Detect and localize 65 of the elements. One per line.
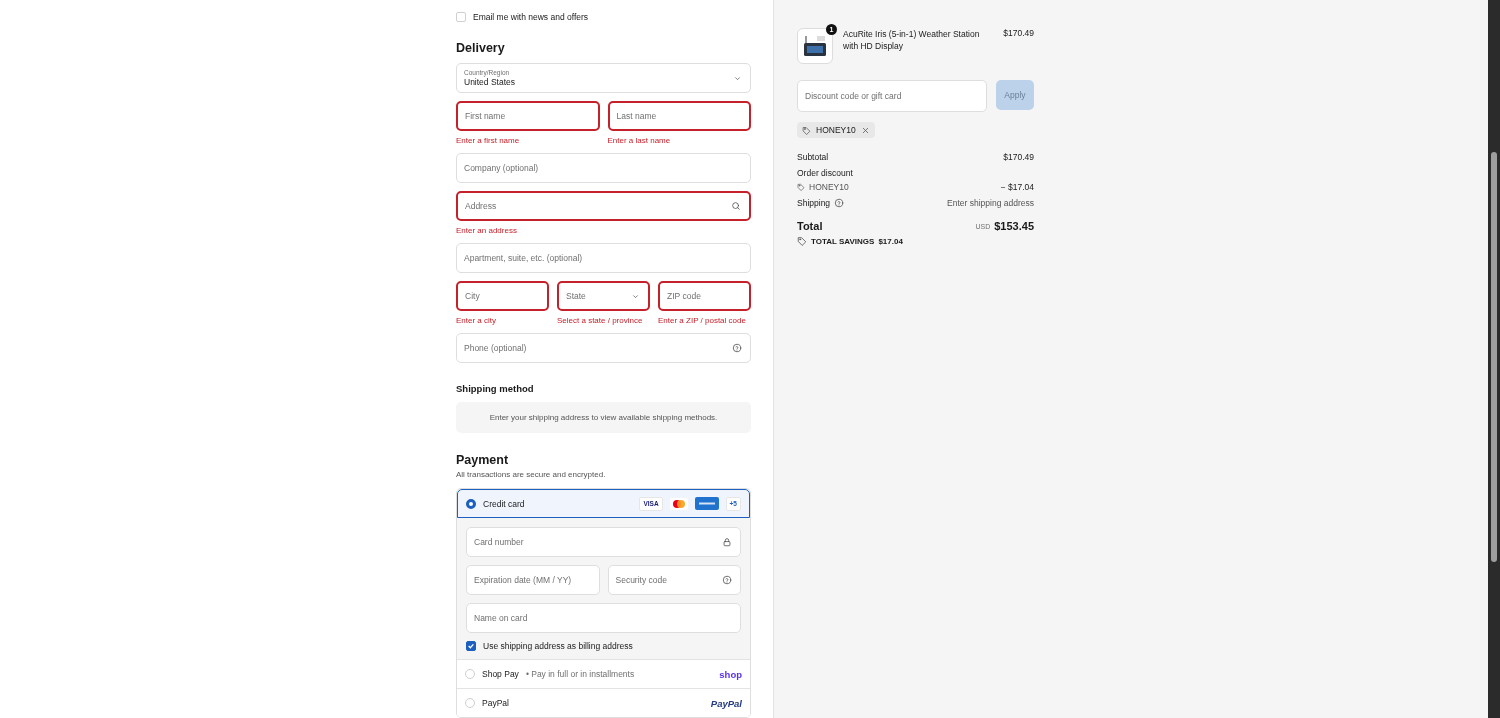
input-field[interactable]: Company (optional) <box>456 153 751 183</box>
error-message: Select a state / province <box>557 316 644 325</box>
paypal-logo: PayPal <box>710 697 742 709</box>
shop-pay-logo: shop <box>719 668 742 680</box>
mastercard-icon <box>669 497 688 510</box>
shipping-notice: Enter your shipping address to view available shipping methods. <box>456 402 751 433</box>
tag-icon <box>802 125 811 135</box>
help-icon <box>732 343 742 353</box>
total-label: Total <box>797 220 823 232</box>
section-heading: Delivery <box>456 41 506 55</box>
section-heading: Shipping method <box>456 383 535 394</box>
input-field[interactable]: Phone (optional) <box>456 333 751 363</box>
payment-label: PayPal <box>482 698 509 708</box>
section-heading: Payment <box>456 453 510 467</box>
select-field[interactable]: State <box>557 281 650 311</box>
discount-code: HONEY10 <box>816 125 856 135</box>
error-message: Enter a first name <box>456 136 521 145</box>
tag-icon <box>797 236 807 246</box>
summary-value: − $17.04 <box>1000 182 1034 192</box>
scrollbar-thumb[interactable] <box>1491 152 1497 562</box>
savings-label: TOTAL SAVINGS <box>811 236 875 246</box>
section-subtitle: All transactions are secure and encrypted. <box>456 470 607 479</box>
product-name: AcuRite Iris (5-in-1) Weather Station with HD Display <box>843 28 981 52</box>
search-icon <box>731 201 741 211</box>
summary-label: Order discount <box>797 168 853 178</box>
checkbox[interactable] <box>466 641 476 651</box>
summary-label: HONEY10 <box>809 182 849 192</box>
checkbox-label: Email me with news and offers <box>473 12 589 22</box>
summary-label: Subtotal <box>797 152 829 162</box>
input-field[interactable]: Name on card <box>466 603 741 633</box>
amex-card-icon <box>694 497 719 510</box>
help-icon <box>722 575 732 585</box>
lock-icon <box>722 537 732 547</box>
error-message: Enter a last name <box>607 136 672 145</box>
input-field[interactable]: Security code <box>607 565 741 595</box>
error-message: Enter a ZIP / postal code <box>658 316 747 325</box>
input-field[interactable]: Last name <box>607 101 751 131</box>
checkbox-label: Use shipping address as billing address <box>483 641 633 651</box>
close-icon <box>860 125 870 135</box>
payment-option[interactable]: PayPal PayPal <box>457 688 750 717</box>
input-field[interactable]: ZIP code <box>658 281 751 311</box>
payment-label: Credit card <box>483 498 525 509</box>
error-message: Enter a city <box>456 316 497 325</box>
tag-icon <box>797 183 805 191</box>
product-price: $170.49 <box>1003 28 1034 38</box>
savings-value: $17.04 <box>878 236 903 246</box>
summary-value: Enter shipping address <box>947 198 1034 208</box>
input-field[interactable]: Address <box>456 191 751 221</box>
weather-station-drawing <box>802 34 828 58</box>
total-value: $153.45 <box>994 220 1034 232</box>
discount-code-field[interactable]: Discount code or gift card <box>797 80 987 112</box>
input-field[interactable]: First name <box>456 101 600 131</box>
apply-button[interactable]: Apply <box>996 80 1034 110</box>
input-field[interactable]: Expiration date (MM / YY) <box>466 565 600 595</box>
field-value: United States <box>464 77 516 87</box>
help-icon <box>834 198 845 208</box>
summary-label: Shipping <box>797 198 831 208</box>
payment-label: Shop Pay <box>482 669 519 679</box>
input-field[interactable]: Card number <box>466 527 741 557</box>
summary-value: $170.49 <box>1003 152 1034 162</box>
radio-button[interactable] <box>466 498 476 509</box>
payment-note: • Pay in full or in installments <box>525 669 635 679</box>
input-field[interactable]: Apartment, suite, etc. (optional) <box>456 243 751 273</box>
input-field[interactable]: City <box>456 281 549 311</box>
error-message: Enter an address <box>456 226 518 235</box>
